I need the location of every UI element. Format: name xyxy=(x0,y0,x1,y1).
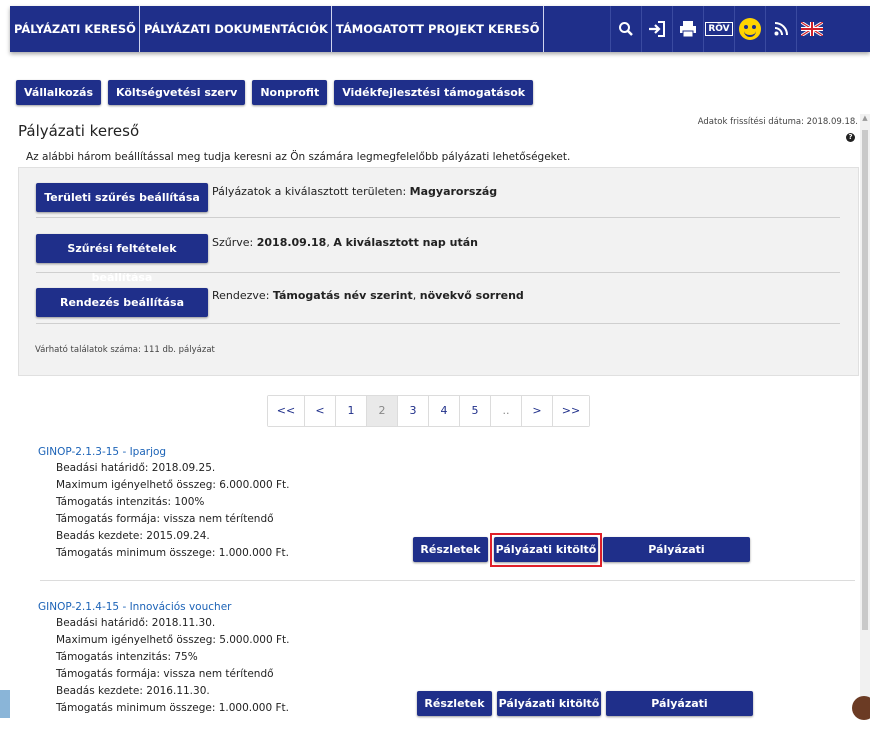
update-date: Adatok frissítési dátuma: 2018.09.18. xyxy=(697,117,858,127)
nav-tamogatott-projekt-kereso[interactable]: TÁMOGATOTT PROJEKT KERESŐ xyxy=(332,6,544,52)
sort-settings-text: Rendezve: Támogatás név szerint, növekvő… xyxy=(212,289,524,302)
scrollbar-thumb[interactable] xyxy=(862,130,868,630)
help-icon[interactable]: ? xyxy=(846,133,855,142)
documentation-button[interactable]: Pályázati dokumentáció xyxy=(606,691,753,735)
nav-palyazati-dokumentaciok[interactable]: PÁLYÁZATI DOKUMENTÁCIÓK xyxy=(140,6,332,52)
pager-page-4[interactable]: 4 xyxy=(429,396,460,426)
intro-text: Az alábbi három beállítással meg tudja k… xyxy=(26,151,571,163)
result-title-link[interactable]: GINOP-2.1.4-15 - Innovációs voucher xyxy=(38,601,858,615)
rov-icon[interactable]: RÖV xyxy=(703,6,734,52)
pager-first[interactable]: << xyxy=(268,396,305,426)
documentation-button[interactable]: Pályázati dokumentáció xyxy=(603,537,750,581)
divider xyxy=(36,323,840,324)
scroll-up-icon[interactable]: ▲ xyxy=(860,114,870,124)
top-icon-group: RÖV xyxy=(610,6,827,52)
divider xyxy=(36,272,840,273)
rov-label: RÖV xyxy=(705,22,733,36)
pager-next[interactable]: > xyxy=(522,396,553,426)
category-vallalkozas-button[interactable]: Vállalkozás xyxy=(16,80,102,105)
result-max-amount: Maximum igényelhető összeg: 5.000.000 Ft… xyxy=(56,634,290,646)
pager-last[interactable]: >> xyxy=(553,396,589,426)
category-buttons: Vállalkozás Költségvetési szerv Nonprofi… xyxy=(16,80,534,105)
accessibility-icon[interactable] xyxy=(734,6,765,52)
details-button[interactable]: Részletek xyxy=(417,691,492,716)
category-koltsegvetesi-szerv-button[interactable]: Költségvetési szerv xyxy=(108,80,246,105)
category-videkfejlesztesi-button[interactable]: Vidékfejlesztési támogatások xyxy=(334,80,534,105)
details-button[interactable]: Részletek xyxy=(413,537,488,562)
pager-page-1[interactable]: 1 xyxy=(336,396,367,426)
search-icon[interactable] xyxy=(610,6,641,52)
result-separator xyxy=(40,580,855,581)
nav-palyazati-kereso[interactable]: PÁLYÁZATI KERESŐ xyxy=(10,6,140,52)
result-intensity: Támogatás intenzitás: 100% xyxy=(56,496,205,508)
category-nonprofit-button[interactable]: Nonprofit xyxy=(252,80,328,105)
result-support-form: Támogatás formája: vissza nem térítendő xyxy=(56,668,274,680)
uk-flag-icon[interactable] xyxy=(796,6,827,52)
highlight-box xyxy=(490,533,602,567)
pager-prev[interactable]: < xyxy=(305,396,336,426)
pager-ellipsis: .. xyxy=(491,396,522,426)
pagination: << < 1 2 3 4 5 .. > >> xyxy=(267,395,590,427)
corner-decoration xyxy=(852,696,870,720)
filter-conditions-text: Szűrve: 2018.09.18, A kiválasztott nap u… xyxy=(212,236,478,249)
left-edge-decoration xyxy=(0,690,10,718)
top-nav-menu: PÁLYÁZATI KERESŐ PÁLYÁZATI DOKUMENTÁCIÓK… xyxy=(10,6,544,52)
pager-page-2[interactable]: 2 xyxy=(367,396,398,426)
territory-filter-button[interactable]: Területi szűrés beállítása xyxy=(36,183,208,212)
login-icon[interactable] xyxy=(641,6,672,52)
application-form-button[interactable]: Pályázati kitöltő xyxy=(497,691,601,716)
print-icon[interactable] xyxy=(672,6,703,52)
pager-page-3[interactable]: 3 xyxy=(398,396,429,426)
pager-page-5[interactable]: 5 xyxy=(460,396,491,426)
top-navigation-bar: PÁLYÁZATI KERESŐ PÁLYÁZATI DOKUMENTÁCIÓK… xyxy=(10,6,870,52)
filter-conditions-button[interactable]: Szűrési feltételek beállítása xyxy=(36,234,208,284)
result-intensity: Támogatás intenzitás: 75% xyxy=(56,651,198,663)
divider xyxy=(36,217,840,218)
expected-results-count: Várható találatok száma: 111 db. pályáza… xyxy=(35,345,215,355)
territory-filter-text: Pályázatok a kiválasztott területen: Mag… xyxy=(212,185,498,198)
sort-settings-button[interactable]: Rendezés beállítása xyxy=(36,288,208,317)
rss-icon[interactable] xyxy=(765,6,796,52)
page-title: Pályázati kereső xyxy=(18,122,140,140)
result-deadline: Beadási határidő: 2018.11.30. xyxy=(56,617,216,629)
result-max-amount: Maximum igényelhető összeg: 6.000.000 Ft… xyxy=(56,479,290,491)
result-title-link[interactable]: GINOP-2.1.3-15 - Iparjog xyxy=(38,446,858,460)
result-deadline: Beadási határidő: 2018.09.25. xyxy=(56,462,216,474)
search-settings-panel: Területi szűrés beállítása Pályázatok a … xyxy=(18,167,859,376)
result-support-form: Támogatás formája: vissza nem térítendő xyxy=(56,513,274,525)
